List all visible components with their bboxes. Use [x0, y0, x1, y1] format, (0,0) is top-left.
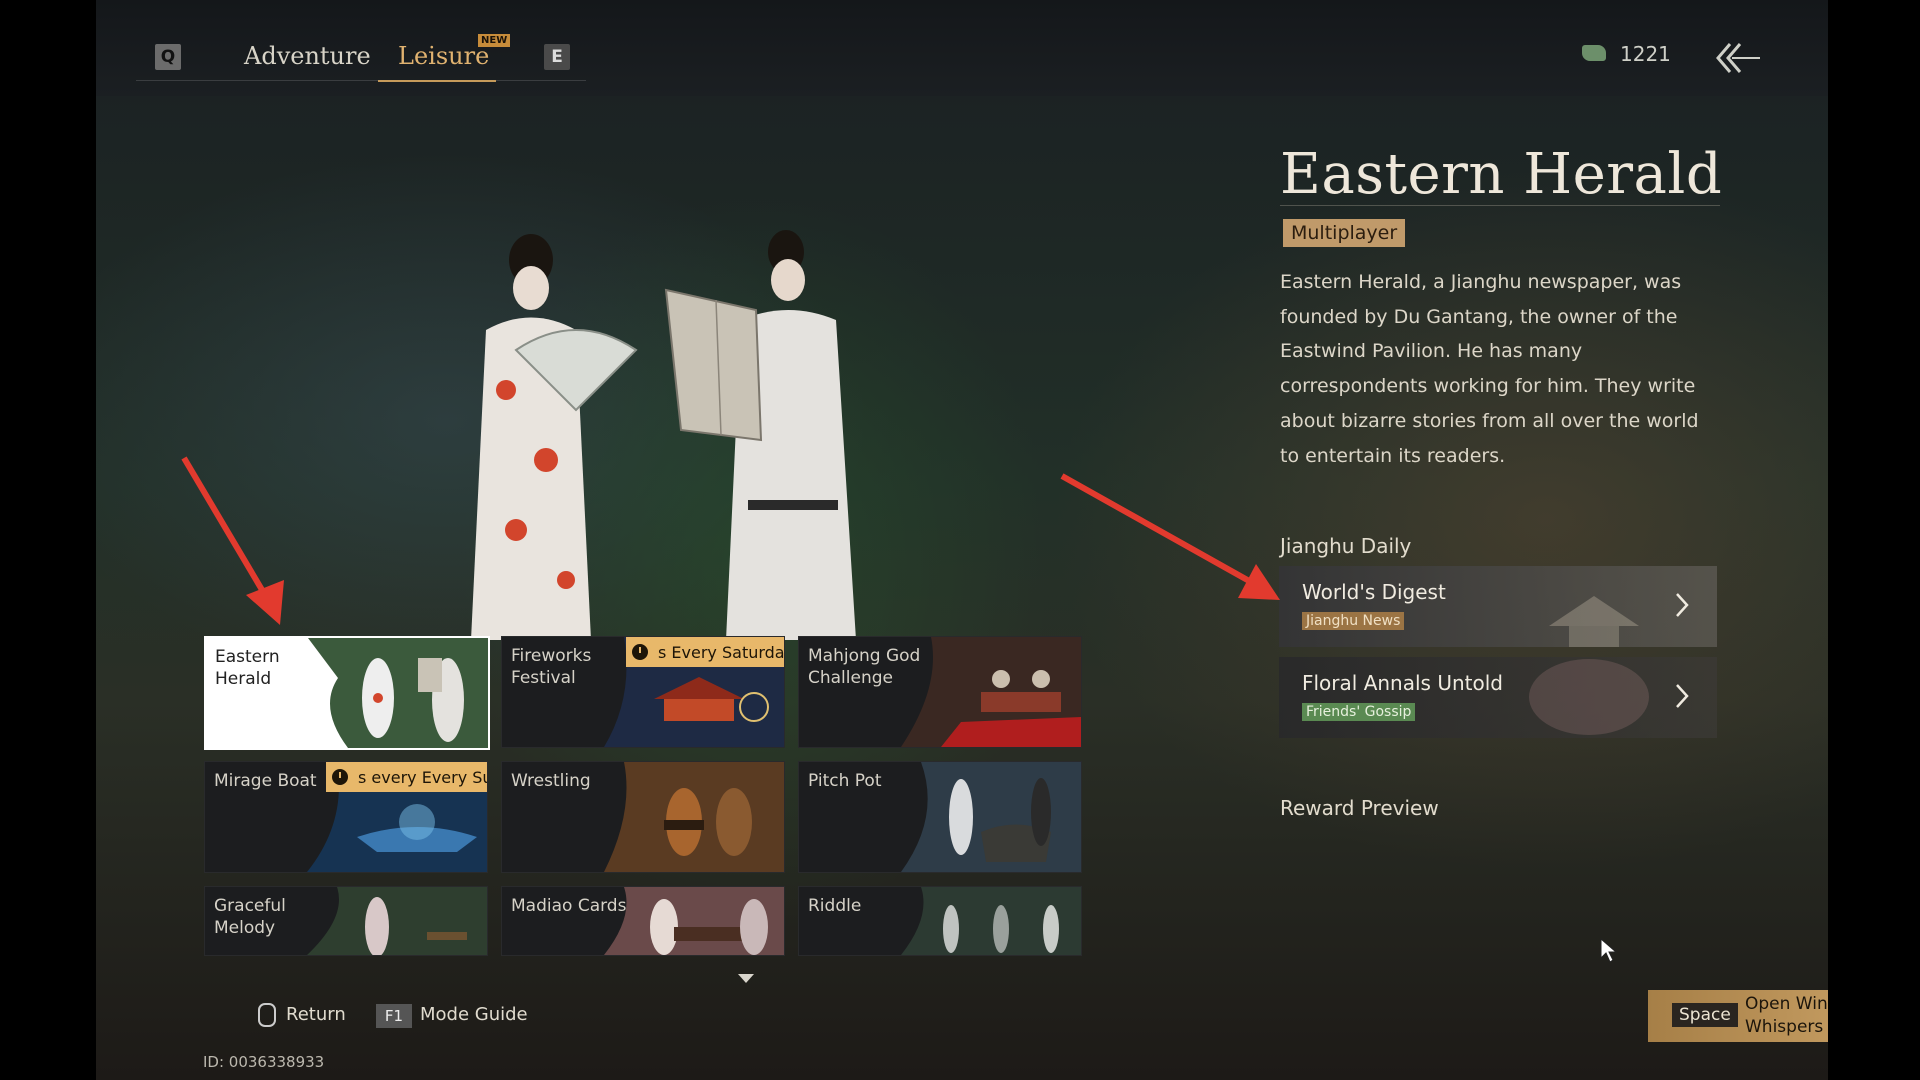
mode-description: Eastern Herald, a Jianghu newspaper, was…	[1280, 271, 1699, 467]
mode-tile-riddle[interactable]: Riddle	[798, 886, 1082, 956]
tile-label: Mahjong God Challenge	[808, 646, 921, 688]
mode-tile-mahjong-god-challenge[interactable]: Mahjong God Challenge	[798, 636, 1082, 748]
key-hint-e[interactable]: E	[544, 44, 570, 70]
tile-label: Graceful Melody	[214, 896, 286, 938]
annotation-arrow-icon	[181, 456, 284, 625]
annotation-arrow-icon	[1060, 473, 1280, 600]
tab-leisure[interactable]: Leisure	[398, 42, 489, 70]
chevron-right-icon	[1676, 684, 1689, 708]
schedule-text: s Every Saturday	[658, 642, 785, 662]
multiplayer-badge: Multiplayer	[1283, 219, 1406, 247]
tile-art	[307, 887, 487, 955]
mode-tile-mirage-boat[interactable]: Mirage Boat s every Every Su	[204, 761, 488, 873]
tile-label: Wrestling	[511, 771, 591, 791]
tile-art	[901, 637, 1081, 747]
clock-icon	[332, 769, 348, 785]
mouse-cursor-icon	[1600, 938, 1618, 963]
schedule-badge: s Every Saturday	[626, 637, 785, 667]
daily-item-tag: Jianghu News	[1302, 612, 1405, 630]
tile-art	[604, 887, 784, 955]
tab-divider	[136, 80, 586, 81]
tile-label: Riddle	[808, 896, 862, 916]
mode-tile-fireworks-festival[interactable]: Fireworks Festival s Every Saturday	[501, 636, 785, 748]
tile-label: Eastern Herald	[215, 647, 280, 689]
mode-guide-button[interactable]: Mode Guide	[420, 1004, 528, 1025]
tab-adventure[interactable]: Adventure	[244, 42, 371, 70]
tile-art	[901, 887, 1081, 955]
title-divider	[1280, 205, 1720, 206]
mode-tile-pitch-pot[interactable]: Pitch Pot	[798, 761, 1082, 873]
game-frame: Q Adventure Leisure NEW E 1221 Eastern H…	[96, 0, 1828, 1080]
mode-tile-wrestling[interactable]: Wrestling	[501, 761, 785, 873]
open-wind-whispers-button[interactable]: Space Open Wind Whispers	[1648, 990, 1828, 1042]
tile-art	[901, 762, 1081, 872]
tile-art	[308, 638, 488, 748]
tile-label: Pitch Pot	[808, 771, 882, 791]
return-button[interactable]: Return	[286, 1004, 346, 1025]
double-chevron-back-icon[interactable]	[1716, 40, 1762, 76]
daily-item-name: Floral Annals Untold	[1302, 671, 1503, 695]
daily-item-tag: Friends' Gossip	[1302, 703, 1416, 721]
clock-icon	[632, 644, 648, 660]
mode-tile-madiao-cards[interactable]: Madiao Cards	[501, 886, 785, 956]
tile-label: Fireworks Festival	[511, 646, 592, 688]
tile-label: Madiao Cards	[511, 896, 627, 916]
tile-art	[604, 762, 784, 872]
jianghu-daily-heading: Jianghu Daily	[1280, 534, 1412, 558]
new-badge: NEW	[478, 34, 511, 47]
pavilion-art-icon	[1549, 596, 1639, 647]
daily-card-floral-annals[interactable]: Floral Annals Untold Friends' Gossip	[1279, 657, 1717, 738]
reward-preview-heading: Reward Preview	[1280, 796, 1439, 820]
open-wind-whispers-label: Open Wind Whispers	[1745, 994, 1828, 1037]
daily-item-name: World's Digest	[1302, 580, 1446, 604]
mouse-icon	[258, 1003, 276, 1027]
key-hint-q[interactable]: Q	[155, 44, 181, 70]
user-id: ID: 0036338933	[203, 1053, 325, 1071]
f1-key-icon[interactable]: F1	[376, 1004, 412, 1028]
character-illustration	[471, 230, 856, 640]
floral-art-icon	[1529, 659, 1649, 735]
schedule-text: s every Every Su	[358, 767, 488, 787]
tile-label: Mirage Boat	[214, 771, 317, 791]
schedule-badge: s every Every Su	[326, 762, 488, 792]
space-key-icon: Space	[1672, 1003, 1738, 1027]
chevron-right-icon	[1676, 593, 1689, 617]
mode-tile-graceful-melody[interactable]: Graceful Melody	[204, 886, 488, 956]
daily-card-worlds-digest[interactable]: World's Digest Jianghu News	[1279, 566, 1717, 647]
mode-tile-eastern-herald[interactable]: Eastern Herald	[204, 636, 490, 750]
active-tab-underline	[378, 80, 496, 82]
scroll-down-icon[interactable]	[738, 974, 754, 983]
jade-currency-icon	[1582, 45, 1606, 61]
detail-title: Eastern Herald	[1280, 142, 1723, 207]
currency-value: 1221	[1620, 42, 1671, 66]
